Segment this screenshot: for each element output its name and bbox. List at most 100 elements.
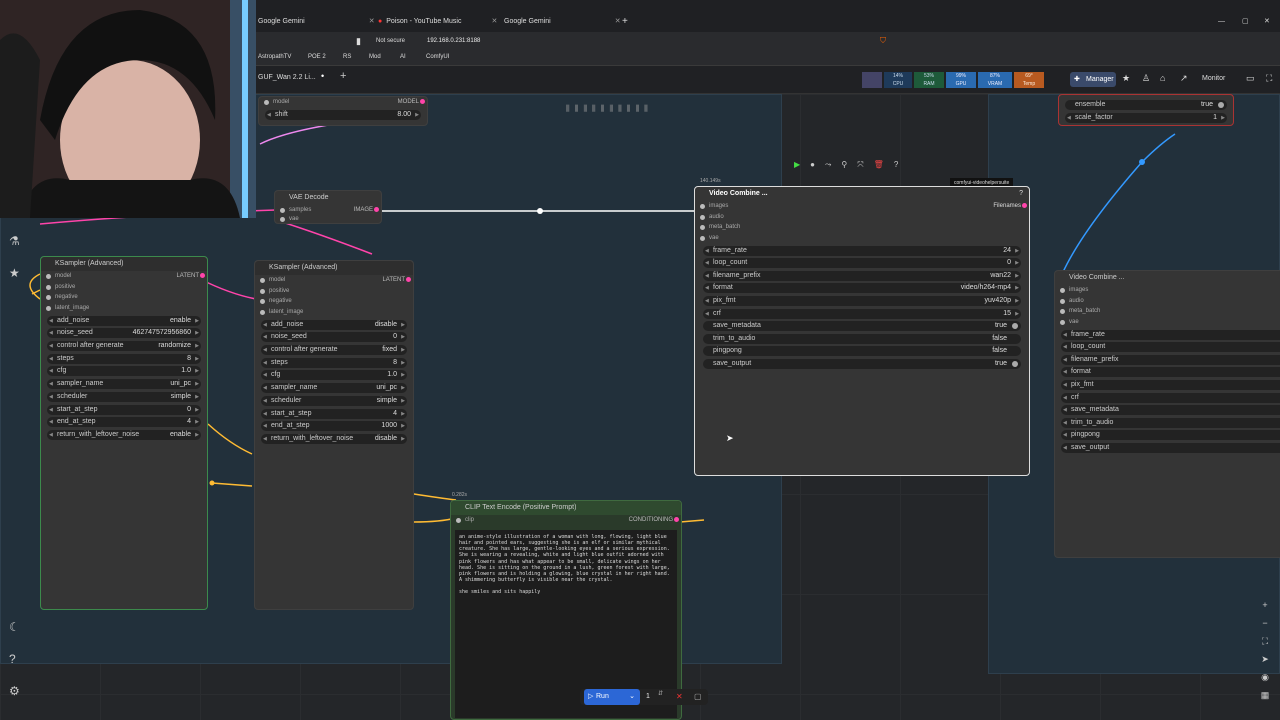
vae-input[interactable]: vae xyxy=(695,233,1029,244)
add-noise-widget[interactable]: add_noiseenable xyxy=(47,315,201,326)
frame-rate-widget[interactable]: frame_rate24 xyxy=(703,245,1021,256)
positive-input[interactable]: positive xyxy=(41,282,207,293)
close-icon[interactable]: ✕ xyxy=(491,17,497,25)
settings-icon[interactable]: ⚙ xyxy=(9,684,20,698)
zoom-in-icon[interactable]: + xyxy=(1258,596,1272,614)
favorites-icon[interactable]: ★ xyxy=(9,266,20,280)
bookmark-mod[interactable]: Mod xyxy=(369,54,381,60)
sampler-name-widget[interactable]: sampler_nameuni_pc xyxy=(47,379,201,390)
start-at-step-widget[interactable]: start_at_step4 xyxy=(261,408,407,419)
noise-seed-widget[interactable]: noise_seed0 xyxy=(261,332,407,343)
images-input[interactable]: images Filenames xyxy=(695,201,1029,212)
window-close-icon[interactable]: ✕ xyxy=(1264,12,1270,30)
save-output-widget[interactable]: save_output xyxy=(1061,442,1280,453)
fit-icon[interactable]: ⤧ xyxy=(857,160,863,174)
model-input[interactable]: model LATENT xyxy=(41,271,207,282)
crf-widget[interactable]: crf xyxy=(1061,392,1280,403)
ksampler-advanced-node-2[interactable]: KSampler (Advanced) model LATENT positive n… xyxy=(254,260,414,610)
minimap-icon[interactable]: ▦ xyxy=(1258,686,1272,704)
help-icon[interactable]: ? xyxy=(1019,190,1023,197)
star-icon[interactable]: ★ xyxy=(1122,73,1130,84)
vae-input[interactable]: vae xyxy=(275,214,381,223)
audio-input[interactable]: audio xyxy=(1055,296,1280,307)
conditioning-output[interactable]: CONDITIONING xyxy=(629,515,680,526)
theme-icon[interactable]: ☾ xyxy=(9,620,20,634)
scale-factor-widget[interactable]: scale_factor1 xyxy=(1065,113,1227,123)
model-input[interactable]: model LATENT xyxy=(255,275,413,286)
noise-seed-widget[interactable]: noise_seed462747572956860 xyxy=(47,328,201,339)
tab-gemini-1[interactable]: Google Gemini ✕ xyxy=(258,12,375,30)
run-button[interactable]: ▷ Run ⌄ xyxy=(584,689,640,705)
save-output-widget[interactable]: save_output true xyxy=(703,358,1021,369)
bookmark-astropathtv[interactable]: AstropathTV xyxy=(258,54,291,60)
close-icon[interactable]: ✕ xyxy=(369,17,375,25)
minimize-icon[interactable]: — xyxy=(1218,12,1225,30)
loop-count-widget[interactable]: loop_count0 xyxy=(703,258,1021,269)
latent-output[interactable]: LATENT xyxy=(382,275,411,286)
workflow-tab[interactable]: GUF_Wan 2.2 Li... xyxy=(258,74,316,81)
model-sampling-node[interactable]: modelMODEL shift8.00 xyxy=(258,96,428,126)
canvas-zoom-controls[interactable]: + − ⛶ ➤ ◉ ▦ xyxy=(1258,596,1272,704)
tab-youtube-music[interactable]: ● Poison - YouTube Music ✕ xyxy=(378,12,497,30)
close-icon[interactable]: ✕ xyxy=(615,17,621,25)
trim-to-audio-widget[interactable]: trim_to_audio xyxy=(1061,417,1280,428)
latent-output[interactable]: LATENT xyxy=(176,271,205,282)
negative-input[interactable]: negative xyxy=(41,292,207,303)
audio-input[interactable]: audio xyxy=(695,212,1029,223)
format-widget[interactable]: formatvideo/h264-mp4 xyxy=(703,283,1021,294)
share-icon[interactable]: ↗ xyxy=(1180,73,1188,84)
monitor-toggle-icon[interactable] xyxy=(862,72,882,88)
chevron-down-icon[interactable]: ⌄ xyxy=(629,689,635,705)
save-metadata-widget[interactable]: save_metadata xyxy=(1061,405,1280,416)
crf-widget[interactable]: crf15 xyxy=(703,308,1021,319)
filename-prefix-widget[interactable]: filename_prefix xyxy=(1061,354,1280,365)
fullscreen-icon[interactable]: ⛶ xyxy=(1266,73,1272,84)
node-selection-toolbar[interactable]: ▶ ● ⤳ ⚲ ⤧ 🗑 ? xyxy=(794,160,930,174)
queue-icon[interactable]: ▢ xyxy=(694,692,702,701)
video-combine-node-1[interactable]: Video Combine ... ? images Filenames audio… xyxy=(694,186,1030,476)
cancel-icon[interactable]: ✕ xyxy=(676,692,683,701)
zoom-out-icon[interactable]: − xyxy=(1258,614,1272,632)
monitor-button[interactable]: Monitor xyxy=(1202,75,1225,82)
latent-image-input[interactable]: latent_image xyxy=(41,303,207,314)
ksampler-advanced-node-1[interactable]: KSampler (Advanced) model LATENT positive n… xyxy=(40,256,208,610)
scheduler-widget[interactable]: schedulersimple xyxy=(261,395,407,406)
start-at-step-widget[interactable]: start_at_step0 xyxy=(47,404,201,415)
color-icon[interactable]: ● xyxy=(810,160,815,174)
vae-input[interactable]: vae xyxy=(1055,317,1280,328)
save-metadata-widget[interactable]: save_metadata true xyxy=(703,321,1021,332)
delete-icon[interactable]: 🗑 xyxy=(874,160,884,174)
align-toolbar[interactable]: ⫼⫼⫼⫼⫼⫼⫼⫼⫼⫼ xyxy=(566,104,653,114)
scheduler-widget[interactable]: schedulersimple xyxy=(47,391,201,402)
pin-icon[interactable]: ⚲ xyxy=(841,160,847,174)
upscale-settings-node[interactable]: ensembletrue scale_factor1 xyxy=(1058,94,1234,126)
bypass-icon[interactable]: ⤳ xyxy=(825,160,831,174)
clip-text-encode-node[interactable]: CLIP Text Encode (Positive Prompt) clip C… xyxy=(450,500,682,720)
sampler-name-widget[interactable]: sampler_nameuni_pc xyxy=(261,383,407,394)
end-at-step-widget[interactable]: end_at_step4 xyxy=(47,417,201,428)
bookmark-ai[interactable]: AI xyxy=(400,54,406,60)
select-icon[interactable]: ➤ xyxy=(1258,650,1272,668)
url-field[interactable]: 192.168.0.231:8188 xyxy=(427,38,480,44)
steps-widget[interactable]: steps8 xyxy=(47,353,201,364)
steps-widget[interactable]: steps8 xyxy=(261,357,407,368)
tab-gemini-2[interactable]: Google Gemini ✕ xyxy=(504,12,621,30)
images-input[interactable]: images xyxy=(1055,285,1280,296)
bookmark-icon[interactable]: ▮ xyxy=(356,36,361,47)
link-visibility-icon[interactable]: ◉ xyxy=(1258,668,1272,686)
meta-batch-input[interactable]: meta_batch xyxy=(1055,306,1280,317)
latent-image-input[interactable]: latent_image xyxy=(255,307,413,318)
cfg-widget[interactable]: cfg1.0 xyxy=(47,366,201,377)
vae-decode-node[interactable]: VAE Decode samples IMAGE vae xyxy=(274,190,382,224)
help-icon[interactable]: ? xyxy=(894,160,898,174)
model-output[interactable]: MODEL xyxy=(398,97,426,108)
bookmark-rs[interactable]: RS xyxy=(343,54,351,60)
samples-input[interactable]: samples IMAGE xyxy=(275,205,381,214)
video-combine-node-2[interactable]: Video Combine ... images audio meta_batch v… xyxy=(1054,270,1280,558)
filenames-output[interactable]: Filenames xyxy=(993,201,1027,212)
ensemble-widget[interactable]: ensemble true xyxy=(1065,100,1227,110)
model-input[interactable]: model MODEL xyxy=(259,97,427,110)
filename-prefix-widget[interactable]: filename_prefixwan22 xyxy=(703,270,1021,281)
bookmark-poe2[interactable]: POE 2 xyxy=(308,54,326,60)
control-after-generate-widget[interactable]: control after generatefixed xyxy=(261,345,407,356)
